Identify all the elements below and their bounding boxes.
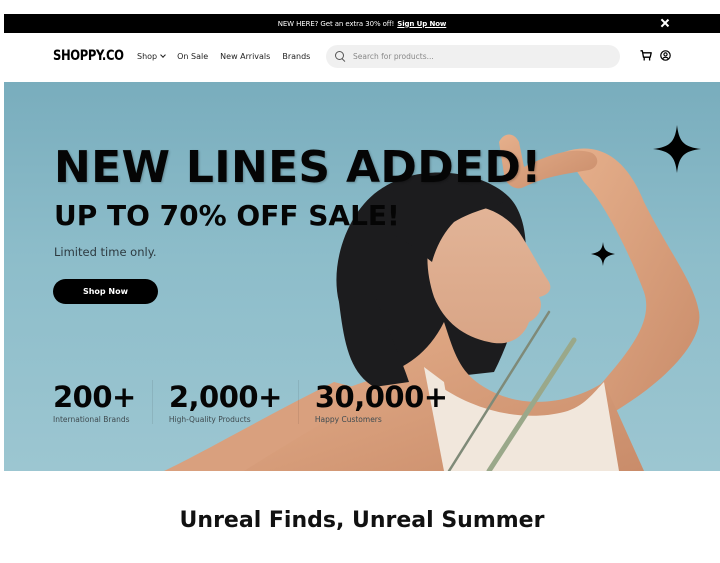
sign-up-link[interactable]: Sign Up Now [397,20,446,28]
nav-item-on-sale[interactable]: On Sale [177,52,208,61]
hero-headline: NEW LINES ADDED! [54,142,542,193]
account-icon[interactable] [660,50,671,61]
stat-customers: 30,000+ Happy Customers [315,380,464,424]
stat-brands: 200+ International Brands [53,380,153,424]
announcement-bar: NEW HERE? Get an extra 30% off! Sign Up … [4,14,720,33]
close-icon[interactable] [659,17,671,29]
sparkle-icon [591,242,615,266]
hero-tagline: Limited time only. [54,245,157,259]
shop-now-button[interactable]: Shop Now [53,279,158,304]
section-title: Unreal Finds, Unreal Summer [179,508,545,533]
search-bar[interactable] [326,45,620,68]
page: NEW HERE? Get an extra 30% off! Sign Up … [4,14,720,563]
stat-value: 30,000+ [314,380,448,414]
announcement-text: NEW HERE? Get an extra 30% off! [277,19,395,28]
stat-products: 2,000+ High-Quality Products [169,380,299,424]
stat-value: 200+ [53,380,136,414]
navbar: SHOPPY.CO Shop On Sale New Arrivals Bran… [4,33,720,82]
stat-label: High-Quality Products [168,415,251,424]
nav-item-new-arrivals[interactable]: New Arrivals [220,52,270,61]
nav-icons [640,50,671,61]
hero-banner: NEW LINES ADDED! UP TO 70% OFF SALE! Lim… [4,82,720,471]
stats: 200+ International Brands 2,000+ High-Qu… [53,380,480,424]
stat-label: Happy Customers [314,415,382,424]
cart-icon[interactable] [640,50,652,61]
search-input[interactable] [353,52,603,61]
sparkle-icon [653,125,701,173]
nav-item-label: Shop [137,52,158,61]
chevron-down-icon [160,52,166,58]
nav-item-label: Brands [282,52,311,61]
nav-links: Shop On Sale New Arrivals Brands [137,52,310,61]
hero-subheadline: UP TO 70% OFF SALE! [54,199,400,232]
nav-item-brands[interactable]: Brands [282,52,310,61]
search-icon [335,50,347,63]
stat-label: International Brands [53,415,130,424]
nav-item-label: New Arrivals [220,52,271,61]
logo[interactable]: SHOPPY.CO [53,48,124,64]
nav-item-shop[interactable]: Shop [137,52,166,61]
arm-shape [564,148,700,412]
nav-item-label: On Sale [177,52,209,61]
stat-value: 2,000+ [168,380,283,414]
